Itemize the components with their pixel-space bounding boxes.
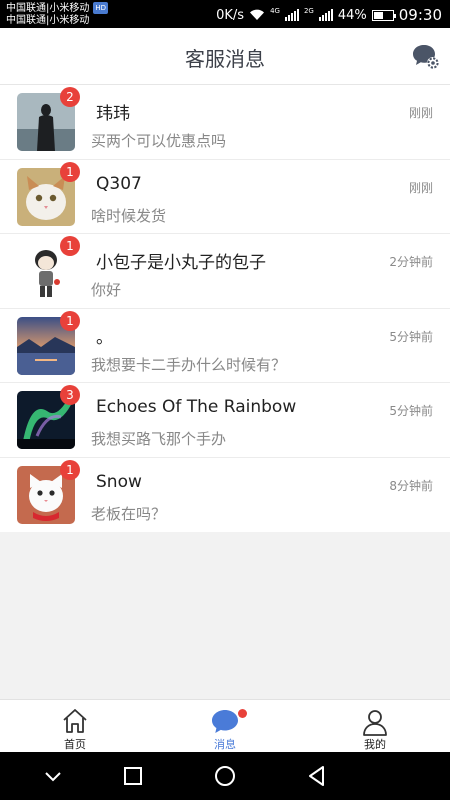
carrier-line-2: 中国联通|小米移动 bbox=[6, 15, 90, 26]
conversation-row[interactable]: 3 Echoes Of The Rainbow 我想买路飞那个手办 5分钟前 bbox=[0, 383, 450, 458]
unread-badge: 1 bbox=[60, 459, 80, 480]
message-time: 刚刚 bbox=[408, 180, 433, 195]
battery-percent: 44% bbox=[337, 7, 367, 23]
tab-home[interactable]: 首页 bbox=[0, 700, 150, 752]
conversation-row[interactable]: 1 Q307 啥时候发货 刚刚 bbox=[0, 160, 450, 234]
tab-mine-label: 我的 bbox=[364, 738, 386, 751]
chat-gear-icon[interactable] bbox=[412, 42, 440, 70]
unread-badge: 1 bbox=[60, 161, 80, 182]
hd-badge: HD bbox=[93, 2, 109, 14]
battery-icon bbox=[371, 9, 396, 21]
carrier-line-1: 中国联通|小米移动 bbox=[6, 3, 90, 14]
message-preview: 买两个可以优惠点吗 bbox=[91, 132, 227, 150]
unread-badge: 1 bbox=[60, 310, 80, 331]
message-time: 刚刚 bbox=[408, 106, 433, 120]
system-nav-bar bbox=[0, 752, 450, 800]
conversation-row[interactable]: 2 玮玮 买两个可以优惠点吗 刚刚 bbox=[0, 85, 450, 160]
bottom-tab-bar: 首页 消息 我的 bbox=[0, 699, 450, 752]
message-preview: 我想要卡二手办什么时候有？ bbox=[91, 355, 287, 374]
circle-icon[interactable] bbox=[213, 764, 237, 788]
tab-messages[interactable]: 消息 bbox=[150, 700, 300, 752]
home-icon bbox=[63, 709, 87, 733]
tab-messages-label: 消息 bbox=[214, 738, 236, 751]
messages-notification-dot bbox=[238, 709, 247, 718]
back-triangle-icon[interactable] bbox=[305, 764, 329, 788]
signal-1-icon bbox=[284, 9, 299, 21]
conversation-row[interactable]: 1 。 我想要卡二手办什么时候有？ 5分钟前 bbox=[0, 309, 450, 383]
message-preview: 啥时候发货 bbox=[91, 206, 167, 225]
conversation-row[interactable]: 1 Snow 老板在吗？ 8分钟前 bbox=[0, 458, 450, 533]
conversation-list: 2 玮玮 买两个可以优惠点吗 刚刚 1 Q307 啥时候发货 刚刚 1 小包子是… bbox=[0, 85, 450, 532]
message-preview: 老板在吗？ bbox=[91, 504, 167, 523]
unread-badge: 1 bbox=[60, 236, 80, 256]
page-title: 客服消息 bbox=[185, 47, 265, 71]
message-time: 5分钟前 bbox=[389, 404, 433, 418]
unread-badge: 2 bbox=[60, 87, 80, 107]
status-bar: 中国联通|小米移动 HD 中国联通|小米移动 0K/s 4G 2G 44% 09:… bbox=[0, 0, 450, 28]
net-4g-label: 4G bbox=[270, 7, 280, 15]
clock: 09:30 bbox=[398, 6, 442, 24]
message-time: 5分钟前 bbox=[389, 329, 433, 344]
tab-home-label: 首页 bbox=[64, 738, 86, 751]
unread-badge: 3 bbox=[60, 385, 80, 405]
contact-name: Echoes Of The Rainbow bbox=[96, 397, 297, 417]
message-preview: 我想买路飞那个手办 bbox=[91, 430, 227, 448]
user-icon bbox=[363, 710, 387, 736]
contact-name: Q307 bbox=[96, 173, 142, 194]
message-time: 8分钟前 bbox=[389, 478, 433, 493]
square-icon[interactable] bbox=[121, 764, 145, 788]
contact-name: Snow bbox=[96, 471, 142, 492]
contact-name: 。 bbox=[96, 327, 113, 348]
network-speed: 0K/s bbox=[216, 7, 245, 23]
contact-name: 小包子是小丸子的包子 bbox=[96, 253, 266, 273]
chat-bubble-icon bbox=[212, 710, 238, 733]
tab-mine[interactable]: 我的 bbox=[300, 700, 450, 752]
chevron-down-icon[interactable] bbox=[41, 764, 65, 788]
page-header: 客服消息 bbox=[0, 28, 450, 85]
carrier-info: 中国联通|小米移动 HD 中国联通|小米移动 bbox=[6, 2, 109, 27]
conversation-row[interactable]: 1 小包子是小丸子的包子 你好 2分钟前 bbox=[0, 234, 450, 309]
wifi-icon bbox=[250, 9, 265, 20]
net-2g-label: 2G bbox=[303, 7, 314, 15]
message-preview: 你好 bbox=[91, 281, 122, 299]
message-time: 2分钟前 bbox=[389, 255, 433, 269]
contact-name: 玮玮 bbox=[96, 104, 130, 124]
status-indicators: 0K/s 4G 2G 44% 09:30 bbox=[216, 6, 442, 24]
signal-2-icon bbox=[318, 9, 333, 21]
